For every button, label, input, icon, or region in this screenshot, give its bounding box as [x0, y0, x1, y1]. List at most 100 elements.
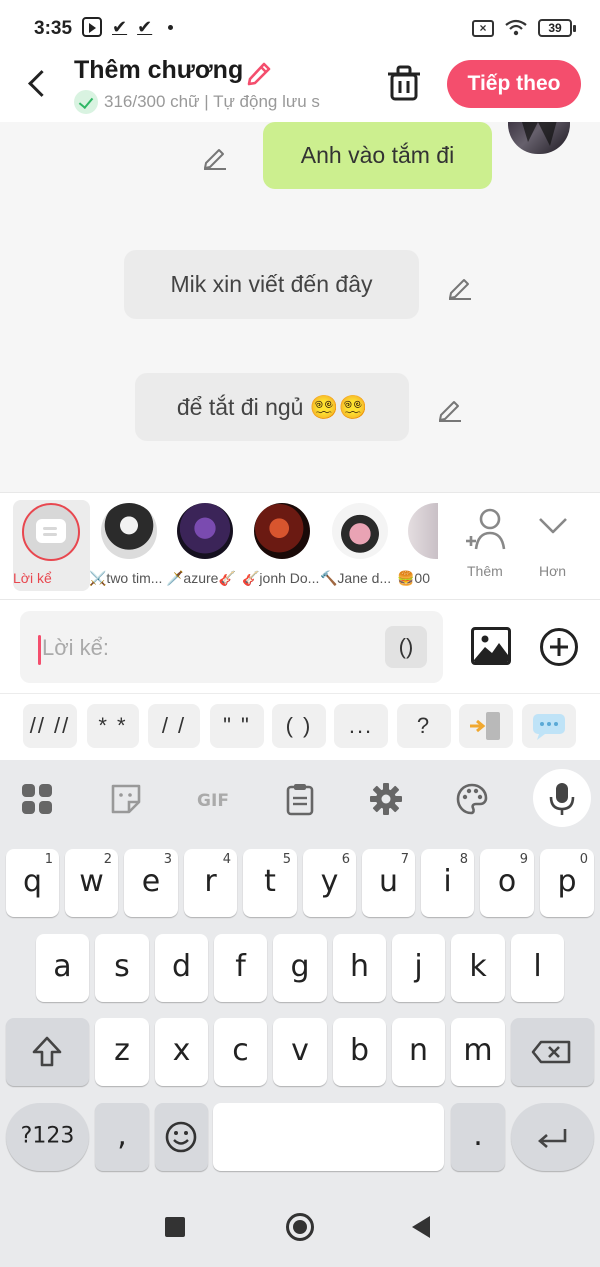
clipboard-icon[interactable]: [283, 782, 317, 816]
key-x[interactable]: x: [155, 1018, 208, 1086]
system-nav-bar: [0, 1188, 600, 1267]
recents-icon[interactable]: [165, 1217, 185, 1237]
symbol-button[interactable]: ( ): [272, 704, 326, 748]
symbol-button[interactable]: ?: [397, 704, 451, 748]
microphone-button[interactable]: [533, 769, 591, 827]
chat-area[interactable]: Anh vào tắm đi Mik xin viết đến đây để t…: [0, 122, 600, 492]
palette-icon[interactable]: [455, 782, 489, 816]
narrator-option[interactable]: Lời kể: [13, 500, 90, 591]
status-time: 3:35: [34, 18, 73, 39]
key-o[interactable]: o9: [480, 849, 534, 917]
key-g[interactable]: g: [273, 934, 327, 1002]
backspace-icon: [531, 1040, 571, 1064]
key-m[interactable]: m: [451, 1018, 505, 1086]
image-icon[interactable]: [471, 627, 511, 665]
character-avatar[interactable]: [101, 503, 157, 559]
chevron-down-icon[interactable]: [536, 509, 570, 543]
symbol-button[interactable]: * *: [87, 704, 139, 748]
character-label: 🍔00: [397, 570, 431, 586]
character-label: ⚔️two tim...: [89, 570, 163, 586]
text-caret: [38, 635, 41, 665]
key-f[interactable]: f: [214, 934, 267, 1002]
key-y[interactable]: y6: [303, 849, 356, 917]
key-z[interactable]: z: [95, 1018, 149, 1086]
character-label: 🎸jonh Do...: [242, 570, 320, 586]
numbers-key[interactable]: ?123: [6, 1103, 89, 1171]
back-button[interactable]: [22, 66, 56, 100]
key-d[interactable]: d: [155, 934, 208, 1002]
key-w[interactable]: w2: [65, 849, 118, 917]
edit-message-icon[interactable]: [446, 272, 474, 300]
gif-icon[interactable]: GIF: [193, 782, 233, 816]
more-characters-label[interactable]: Hơn: [539, 563, 566, 579]
character-avatar[interactable]: [254, 503, 310, 559]
edit-title-icon[interactable]: [244, 58, 274, 86]
trash-icon[interactable]: [386, 64, 422, 102]
system-icons: × 39: [472, 19, 576, 37]
add-icon[interactable]: [540, 628, 578, 666]
enter-key[interactable]: [511, 1103, 594, 1171]
compose-bar: Lời kể: (): [0, 600, 600, 694]
key-b[interactable]: b: [333, 1018, 386, 1086]
add-character-icon[interactable]: [462, 505, 510, 553]
key-j[interactable]: j: [392, 934, 445, 1002]
key-a[interactable]: a: [36, 934, 89, 1002]
symbol-button[interactable]: ...: [334, 704, 388, 748]
message-bubble[interactable]: Mik xin viết đến đây: [124, 250, 419, 319]
backspace-key[interactable]: [511, 1018, 594, 1086]
word-count-status: 316/300 chữ | Tự động lưu s: [74, 90, 364, 114]
character-label: 🗡️azure🎸: [166, 570, 236, 586]
gear-icon[interactable]: [369, 782, 403, 816]
character-avatar: [508, 122, 570, 154]
no-sim-icon: ×: [472, 19, 494, 37]
key-h[interactable]: h: [333, 934, 386, 1002]
next-button[interactable]: Tiếp theo: [447, 60, 581, 108]
saved-check-icon: [74, 90, 98, 114]
character-avatar[interactable]: [408, 503, 438, 559]
message-input[interactable]: Lời kể: (): [20, 611, 443, 683]
key-r[interactable]: r4: [184, 849, 237, 917]
key-t[interactable]: t5: [243, 849, 297, 917]
symbol-button[interactable]: " ": [210, 704, 264, 748]
key-q[interactable]: q1: [6, 849, 59, 917]
shift-key[interactable]: [6, 1018, 89, 1086]
sticker-icon[interactable]: [109, 782, 143, 816]
home-icon[interactable]: [286, 1213, 314, 1241]
period-key[interactable]: .: [451, 1103, 505, 1171]
key-e[interactable]: e3: [124, 849, 178, 917]
key-s[interactable]: s: [95, 934, 149, 1002]
word-count-text: 316/300 chữ | Tự động lưu s: [104, 92, 320, 111]
key-n[interactable]: n: [392, 1018, 445, 1086]
key-v[interactable]: v: [273, 1018, 327, 1086]
parentheses-button[interactable]: (): [385, 626, 427, 668]
message-bubble[interactable]: Anh vào tắm đi: [263, 122, 492, 189]
key-i[interactable]: i8: [421, 849, 474, 917]
key-k[interactable]: k: [451, 934, 505, 1002]
edit-message-icon[interactable]: [201, 142, 229, 170]
message-bubble[interactable]: để tắt đi ngủ 😵‍💫😵‍💫: [135, 373, 409, 441]
key-c[interactable]: c: [214, 1018, 267, 1086]
back-nav-icon[interactable]: [412, 1216, 430, 1238]
key-l[interactable]: l: [511, 934, 564, 1002]
edit-message-icon[interactable]: [436, 394, 464, 422]
chat-bubble-button[interactable]: [522, 704, 576, 748]
character-avatar[interactable]: [332, 503, 388, 559]
check-notification-icon: ✔: [112, 17, 128, 37]
key-u[interactable]: u7: [362, 849, 415, 917]
switch-device-button[interactable]: [459, 704, 513, 748]
svg-text:GIF: GIF: [197, 791, 229, 811]
apps-grid-icon[interactable]: [20, 782, 54, 816]
shift-arrow-icon: [32, 1036, 62, 1067]
emoji-key[interactable]: [155, 1103, 208, 1171]
symbol-button[interactable]: // //: [23, 704, 77, 748]
keyboard: GIF q 1 w 2 e 3 r 4 t 5 y 6 u 7 i 8 o 9 …: [0, 760, 600, 1188]
character-avatar[interactable]: [177, 503, 233, 559]
add-character-label[interactable]: Thêm: [467, 563, 503, 579]
comma-key[interactable]: ,: [95, 1103, 149, 1171]
symbol-button[interactable]: / /: [148, 704, 200, 748]
status-bar: 3:35 ✔ ✔ × 39: [0, 0, 600, 56]
wifi-icon: [504, 19, 528, 37]
key-p[interactable]: p0: [540, 849, 594, 917]
space-key[interactable]: [213, 1103, 444, 1171]
media-notification-icon: [82, 17, 102, 37]
